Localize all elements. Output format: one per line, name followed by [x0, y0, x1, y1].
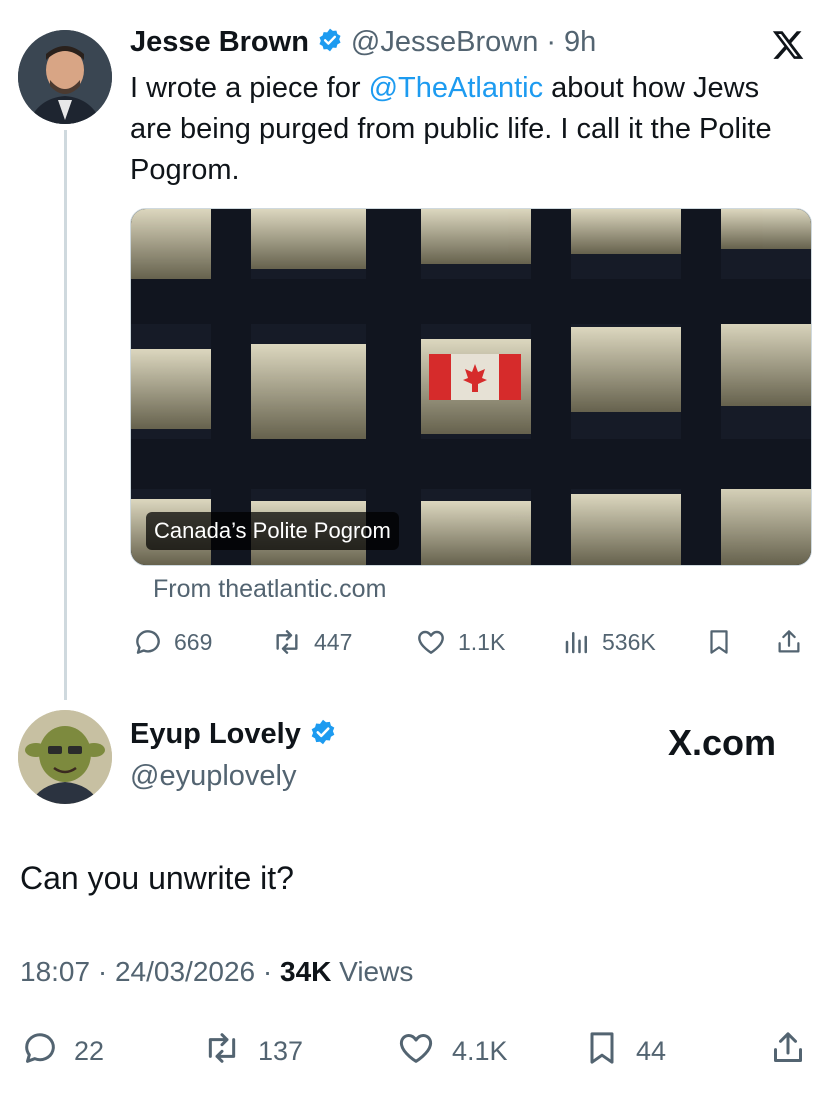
x-logo-icon[interactable]: [770, 28, 806, 67]
reply-count: 669: [174, 628, 213, 655]
card-title: Canada’s Polite Pogrom: [146, 512, 399, 550]
reply-bookmark-button[interactable]: 44: [582, 1028, 666, 1075]
tweet-text: I wrote a piece for @TheAtlantic about h…: [130, 68, 800, 191]
author-name[interactable]: Jesse Brown: [130, 26, 309, 59]
reply-button[interactable]: 669: [132, 626, 212, 658]
thread-line: [64, 130, 67, 700]
reply-reply-button[interactable]: 22: [20, 1028, 104, 1075]
reply-views-count: 34K: [280, 956, 332, 987]
like-icon: [394, 1028, 438, 1075]
repost-count: 447: [314, 628, 353, 655]
meta-dot: ·: [97, 956, 115, 987]
avatar-eyup-lovely[interactable]: [18, 710, 112, 804]
reply-meta: 18:07 · 24/03/2026 · 34K Views: [20, 956, 413, 988]
bookmark-icon: [582, 1028, 622, 1075]
reply-views-label: Views: [339, 956, 414, 987]
repost-icon: [270, 626, 304, 658]
reply-bookmark-count: 44: [636, 1036, 667, 1066]
reply-repost-count: 137: [258, 1036, 304, 1066]
reply-reply-count: 22: [74, 1036, 105, 1066]
reply-repost-button[interactable]: 137: [200, 1028, 303, 1075]
share-icon[interactable]: [774, 626, 804, 658]
reply-icon: [20, 1028, 60, 1075]
views-count: 536K: [602, 628, 656, 655]
avatar-jesse-brown[interactable]: [18, 30, 112, 124]
reply-icon: [132, 626, 164, 658]
x-com-watermark: X.com: [668, 722, 776, 764]
tweet-time-ago[interactable]: 9h: [564, 26, 596, 59]
separator-dot: ·: [546, 26, 556, 58]
like-button[interactable]: 1.1K: [414, 626, 505, 658]
reply-like-count: 4.1K: [452, 1036, 508, 1066]
card-source[interactable]: From theatlantic.com: [153, 575, 386, 604]
views-icon: [562, 626, 592, 658]
tweet-actions: 669 447 1.1K 536K: [0, 622, 828, 662]
reply-like-button[interactable]: 4.1K: [394, 1028, 508, 1075]
like-count: 1.1K: [458, 628, 506, 655]
verified-badge-icon: [309, 718, 337, 751]
author-handle[interactable]: @JesseBrown: [351, 26, 538, 59]
tweet-text-part1: I wrote a piece for: [130, 72, 369, 104]
like-icon: [414, 626, 448, 658]
verified-badge-icon: [317, 27, 343, 58]
views-button[interactable]: 536K: [562, 626, 656, 658]
reply-time[interactable]: 18:07: [20, 956, 90, 987]
share-icon[interactable]: [768, 1028, 808, 1068]
watermark-text: X.com: [668, 722, 777, 763]
reply-author-handle[interactable]: @eyuplovely: [130, 760, 296, 793]
reply-date[interactable]: 24/03/2026: [115, 956, 255, 987]
bookmark-icon[interactable]: [704, 626, 734, 658]
reply-author-name[interactable]: Eyup Lovely: [130, 718, 301, 751]
reply-text: Can you unwrite it?: [20, 860, 294, 896]
repost-icon: [200, 1028, 244, 1075]
mention-link[interactable]: @TheAtlantic: [369, 72, 544, 104]
meta-dot: ·: [262, 956, 280, 987]
repost-button[interactable]: 447: [270, 626, 352, 658]
